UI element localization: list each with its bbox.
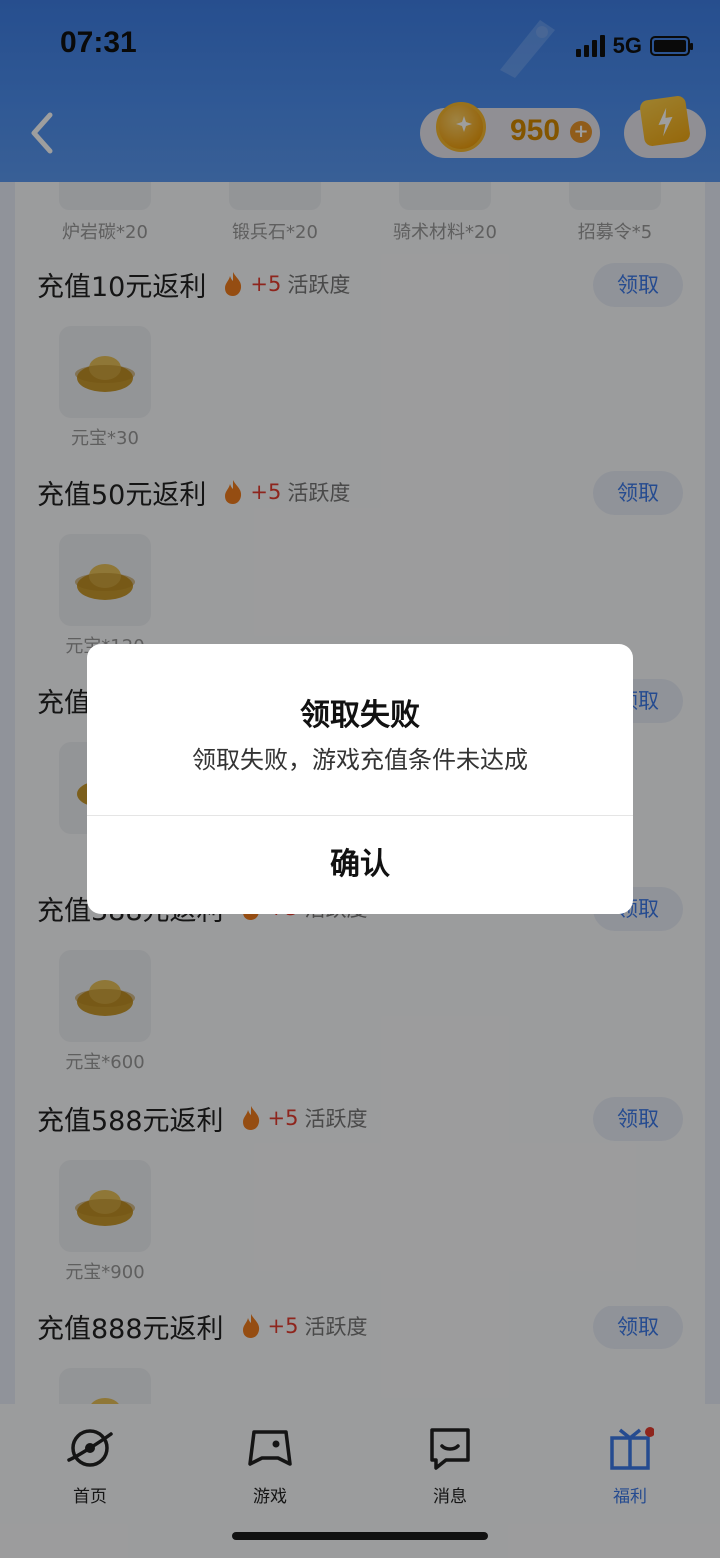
welfare-page: 07:31 5G 950 + 炉岩碳*20 锻兵石*20 骑术材料*20 招募令… [0, 0, 720, 1558]
confirm-button[interactable]: 确认 [87, 816, 633, 914]
dialog-message: 领取失败，游戏充值条件未达成 [192, 746, 528, 774]
dialog-title: 领取失败 [300, 698, 420, 733]
home-indicator [232, 1532, 488, 1540]
claim-failed-dialog: 领取失败 领取失败，游戏充值条件未达成 确认 [87, 644, 633, 914]
